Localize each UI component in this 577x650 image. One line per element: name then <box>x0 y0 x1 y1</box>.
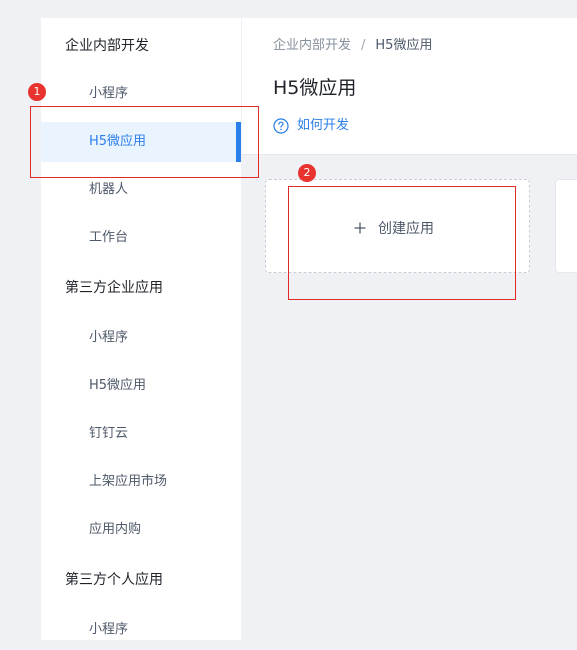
breadcrumb-separator: / <box>361 38 366 53</box>
sidebar-item-tp-app-market[interactable]: 上架应用市场 <box>41 462 241 502</box>
sidebar-item-internal-h5-app[interactable]: H5微应用 <box>41 122 241 162</box>
annotation-badge-1: 1 <box>28 83 46 101</box>
breadcrumb-current: H5微应用 <box>375 38 433 53</box>
plus-icon <box>354 222 366 234</box>
sidebar-item-internal-robot[interactable]: 机器人 <box>41 170 241 210</box>
sidebar-item-internal-miniprogram[interactable]: 小程序 <box>41 74 241 114</box>
breadcrumb: 企业内部开发 / H5微应用 <box>273 37 432 55</box>
sidebar-group-title-third-party-enterprise: 第三方企业应用 <box>65 280 163 296</box>
page-header: 企业内部开发 / H5微应用 H5微应用 如何开发 <box>242 18 577 155</box>
app-card-partial[interactable] <box>555 179 577 273</box>
how-to-develop-link[interactable]: 如何开发 <box>273 117 349 135</box>
breadcrumb-parent-link[interactable]: 企业内部开发 <box>273 38 351 53</box>
sidebar-item-internal-workbench[interactable]: 工作台 <box>41 218 241 258</box>
sidebar-item-tp-in-app-purchase[interactable]: 应用内购 <box>41 510 241 550</box>
create-app-card[interactable]: 创建应用 <box>265 179 530 273</box>
annotation-badge-2: 2 <box>298 164 316 182</box>
sidebar-item-personal-miniprogram[interactable]: 小程序 <box>41 610 241 650</box>
create-app-label: 创建应用 <box>378 221 434 237</box>
how-to-develop-label: 如何开发 <box>297 118 350 133</box>
sidebar-item-tp-miniprogram[interactable]: 小程序 <box>41 318 241 358</box>
question-circle-icon <box>273 118 289 134</box>
sidebar: 企业内部开发 小程序 H5微应用 机器人 工作台 第三方企业应用 小程序 H5微… <box>41 18 241 640</box>
sidebar-item-tp-dingtalk-cloud[interactable]: 钉钉云 <box>41 414 241 454</box>
create-app-button[interactable]: 创建应用 <box>354 218 434 238</box>
sidebar-group-title-internal: 企业内部开发 <box>65 38 149 54</box>
page-title: H5微应用 <box>273 77 357 99</box>
sidebar-group-title-third-party-personal: 第三方个人应用 <box>65 572 163 588</box>
sidebar-item-tp-h5-app[interactable]: H5微应用 <box>41 366 241 406</box>
